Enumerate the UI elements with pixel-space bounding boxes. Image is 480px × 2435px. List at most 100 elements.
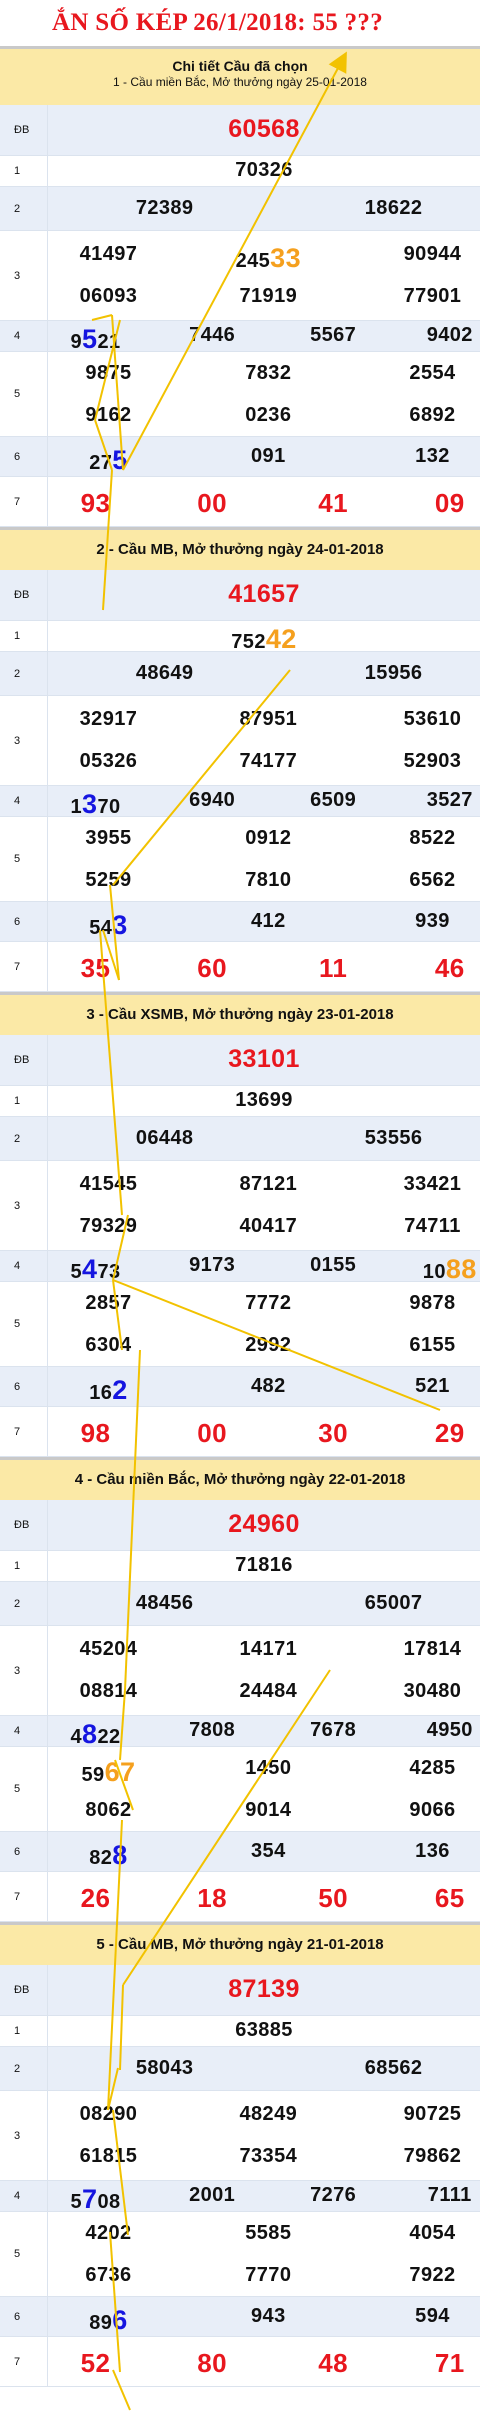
prize-row-g3: 3 32917 87951 53610 05326 74177 52903 [0,696,480,786]
prize-row-g5: 5 2857 7772 9878 6304 2992 6155 [0,1282,480,1367]
prize-number: 14171 [239,1638,298,1660]
prize-number: 275 [89,445,128,475]
prize-number: 87951 [239,708,298,730]
prize-number: 2554 [409,362,456,384]
prize-label: ĐB [0,105,48,155]
prize-number: 0912 [245,827,292,849]
prize-number: 9875 [85,362,132,384]
prize-number: 1450 [245,1757,292,1779]
highlighted-digit: 42 [265,624,297,654]
prize-number: 24960 [228,1510,300,1538]
prize-number: 18 [197,1883,228,1913]
result-block-3: 3 - Cầu XSMB, Mở thưởng ngày 23-01-2018 Đ… [0,992,480,1457]
prize-number: 5567 [310,324,357,346]
prize-number: 50 [318,1883,348,1913]
prize-number: 87121 [239,1173,298,1195]
prize-label: 4 [0,786,48,816]
prize-number: 33101 [228,1045,300,1073]
prize-label: 3 [0,1626,48,1715]
prize-number: 29 [434,1418,465,1448]
prize-number: 6562 [409,869,456,891]
prize-number: 162 [89,1375,128,1405]
highlighted-digit: 67 [104,1757,136,1787]
prize-number: 5708 [70,2184,121,2214]
prize-row-g5: 5 4202 5585 4054 6736 7770 7922 [0,2212,480,2297]
highlighted-digit: 3 [82,789,98,819]
prize-label: 2 [0,652,48,695]
prize-number: 06448 [135,1127,194,1149]
prize-number: 35 [80,953,111,983]
prize-row-g2: 2 06448 53556 [0,1117,480,1161]
prize-number: 17814 [403,1638,462,1660]
prize-number: 30480 [403,1680,462,1702]
highlighted-digit: 6 [112,2305,128,2335]
prize-number: 74177 [239,750,298,772]
prize-row-g7: 7 35 60 11 46 [0,942,480,992]
prize-number: 543 [89,910,128,940]
prize-row-db: ĐB 41657 [0,570,480,621]
prize-label: ĐB [0,1500,48,1550]
prize-number: 136 [415,1840,450,1862]
prize-number: 48 [318,2348,348,2378]
prize-row-g3: 3 08290 48249 90725 61815 73354 79862 [0,2091,480,2181]
prize-number: 594 [415,2305,450,2327]
prize-label: 7 [0,477,48,526]
prize-number: 65007 [364,1592,423,1614]
prize-number: 7810 [245,869,292,891]
prize-label: 1 [0,621,48,651]
result-block-4: 4 - Cầu miền Bắc, Mở thưởng ngày 22-01-2… [0,1457,480,1922]
prize-number: 5585 [245,2222,292,2244]
prize-number: 09 [434,488,465,518]
prize-number: 63885 [235,2019,293,2041]
prize-number: 9173 [189,1254,236,1276]
prize-row-g2: 2 72389 18622 [0,187,480,231]
prize-number: 2857 [85,1292,132,1314]
prize-number: 4285 [409,1757,456,1779]
prize-number: 46 [434,953,465,983]
prize-row-g6: 6 275 091 132 [0,437,480,477]
prize-number: 7922 [409,2264,456,2286]
prize-label: 4 [0,2181,48,2211]
highlighted-digit: 4 [82,1254,98,1284]
prize-label: 4 [0,1716,48,1746]
prize-number: 4822 [70,1719,121,1749]
prize-number: 71 [434,2348,465,2378]
prize-row-g6: 6 543 412 939 [0,902,480,942]
prize-number: 7446 [189,324,236,346]
prize-number: 3955 [85,827,132,849]
prize-row-g3: 3 41497 24533 90944 06093 71919 77901 [0,231,480,321]
prize-number: 32917 [79,708,138,730]
prize-row-g1: 1 63885 [0,2016,480,2047]
prize-label: 3 [0,231,48,320]
banner-title: ẮN SỐ KÉP 26/1/2018: 55 ??? [52,9,384,36]
prize-label: 7 [0,1872,48,1921]
prize-number: 26 [80,1883,111,1913]
prize-label: 1 [0,1086,48,1116]
prize-number: 90725 [403,2103,462,2125]
prize-row-g4: 4 5708 2001 7276 7111 [0,2181,480,2214]
prize-number: 08814 [79,1680,138,1702]
prize-row-db: ĐB 24960 [0,1500,480,1551]
prize-number: 896 [89,2305,128,2335]
prize-number: 091 [251,445,286,467]
prize-number: 7832 [245,362,292,384]
block-header: Chi tiết Cầu đã chọn 1 - Cầu miền Bắc, Mở… [0,46,480,105]
prize-number: 24484 [239,1680,298,1702]
block-header: 5 - Cầu MB, Mở thưởng ngày 21-01-2018 [0,1922,480,1965]
prize-label: 4 [0,321,48,351]
prize-number: 53610 [403,708,462,730]
prize-number: 93 [80,488,111,518]
prize-number: 90944 [403,243,462,265]
prize-label: 3 [0,696,48,785]
prize-number: 9878 [409,1292,456,1314]
prize-row-g5: 5 3955 0912 8522 5259 7810 6562 [0,817,480,902]
prize-number: 8062 [85,1799,132,1821]
prize-row-db: ĐB 33101 [0,1035,480,1086]
prize-row-g6: 6 162 482 521 [0,1367,480,1407]
prize-number: 2001 [189,2184,236,2206]
prize-row-g1: 1 13699 [0,1086,480,1117]
prize-number: 9402 [426,324,473,346]
prize-number: 00 [197,1418,228,1448]
prize-number: 79329 [79,1215,138,1237]
prize-row-g4: 4 1370 6940 6509 3527 [0,786,480,819]
